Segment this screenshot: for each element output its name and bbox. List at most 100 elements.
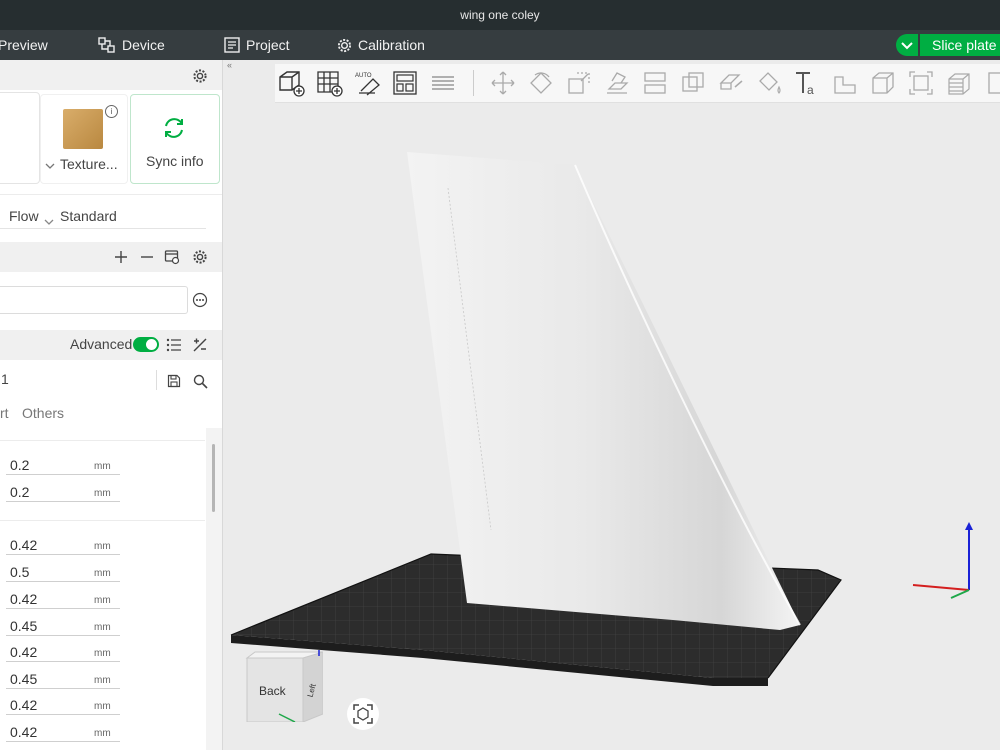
lay-on-face-icon[interactable] xyxy=(601,67,633,99)
device-tab-label: Device xyxy=(122,37,165,53)
arrange-icon[interactable] xyxy=(389,67,421,99)
cube-back-label: Back xyxy=(259,684,286,698)
plate-type-card[interactable]: i Texture... xyxy=(40,94,128,184)
more-options-icon[interactable] xyxy=(191,291,209,309)
chevron-down-icon xyxy=(901,37,913,53)
info-icon[interactable]: i xyxy=(105,105,118,118)
slice-view-icon[interactable] xyxy=(943,67,975,99)
project-tab[interactable]: Project xyxy=(224,30,290,60)
view-iso-icon[interactable] xyxy=(867,67,899,99)
scale-icon[interactable] xyxy=(563,67,595,99)
divider xyxy=(0,440,205,441)
project-icon xyxy=(224,37,240,53)
list-view-icon[interactable] xyxy=(165,336,183,354)
layers-icon[interactable] xyxy=(427,67,459,99)
save-preset-icon[interactable] xyxy=(165,372,183,390)
view-fit-icon[interactable] xyxy=(905,67,937,99)
project-tab-label: Project xyxy=(246,37,290,53)
filament-row: Flow Standard xyxy=(0,206,206,229)
toolbar-divider xyxy=(473,70,474,96)
left-sidebar: i Texture... Sync info Flow Standard Adv… xyxy=(0,60,223,750)
add-plate-icon[interactable] xyxy=(313,67,345,99)
scene-canvas xyxy=(230,152,973,686)
plus-icon[interactable] xyxy=(112,248,130,266)
advanced-toggle[interactable] xyxy=(133,337,159,352)
sync-info-button[interactable]: Sync info xyxy=(130,94,220,184)
scrollbar-track[interactable] xyxy=(206,428,222,750)
divider xyxy=(156,370,157,390)
svg-text:a: a xyxy=(807,83,814,97)
filament-section-header xyxy=(0,242,222,272)
plate-type-label: Texture... xyxy=(60,156,118,172)
camera-reset-icon xyxy=(353,704,373,724)
view-cube[interactable]: Back Left xyxy=(243,644,325,723)
printer-section-header xyxy=(0,60,222,90)
unit-label: mm xyxy=(94,461,111,472)
3d-viewport[interactable]: « AUTO a Back Left xyxy=(223,60,1000,750)
slice-plate-button[interactable]: Slice plate xyxy=(920,34,1000,56)
device-tab[interactable]: Device xyxy=(98,30,165,60)
toggle-knob xyxy=(146,339,157,350)
unit-label: mm xyxy=(94,701,111,712)
chevron-down-icon xyxy=(44,213,54,231)
filament-settings-gear-icon[interactable] xyxy=(191,248,209,266)
rotate-icon[interactable] xyxy=(525,67,557,99)
tab-support-partial[interactable]: rt xyxy=(0,405,9,421)
calibration-icon xyxy=(337,38,352,53)
move-icon[interactable] xyxy=(487,67,519,99)
unit-label: mm xyxy=(94,648,111,659)
unit-label: mm xyxy=(94,622,111,633)
divider xyxy=(0,194,222,195)
calibration-tab[interactable]: Calibration xyxy=(337,30,425,60)
boolean-icon[interactable] xyxy=(677,67,709,99)
add-object-icon[interactable] xyxy=(275,67,307,99)
filament-slot-field[interactable] xyxy=(0,286,188,314)
unit-label: mm xyxy=(94,595,111,606)
ams-sync-icon[interactable] xyxy=(163,248,181,266)
preview-tab-label: Preview xyxy=(0,37,48,53)
calibration-tab-label: Calibration xyxy=(358,37,425,53)
window-title: wing one coley xyxy=(460,8,540,22)
preview-tab[interactable]: Preview xyxy=(0,30,48,60)
minus-icon[interactable] xyxy=(138,248,156,266)
tab-others[interactable]: Others xyxy=(22,405,64,421)
device-icon xyxy=(98,37,116,53)
sync-icon xyxy=(161,115,187,146)
process-section-header: Advanced xyxy=(0,330,222,360)
reset-view-button[interactable] xyxy=(347,698,379,730)
chevron-down-icon xyxy=(45,157,55,175)
advanced-label: Advanced xyxy=(70,336,133,352)
more-icon[interactable] xyxy=(981,67,1000,99)
top-navigation-bar: Preview Device Project Calibration Slice… xyxy=(0,30,1000,60)
process-preset-name[interactable]: 1 xyxy=(1,371,9,387)
textured-plate-swatch xyxy=(63,109,103,149)
flow-dropdown[interactable]: Standard xyxy=(44,206,204,228)
color-paint-icon[interactable] xyxy=(753,67,785,99)
search-icon[interactable] xyxy=(191,372,209,390)
auto-orient-icon[interactable]: AUTO xyxy=(351,67,383,99)
process-preset-row: 1 xyxy=(0,368,212,394)
flow-label: Flow xyxy=(9,208,39,224)
divider xyxy=(0,520,205,521)
cut-icon[interactable] xyxy=(639,67,671,99)
slice-button-group: Slice plate xyxy=(896,34,1000,56)
text-icon[interactable]: a xyxy=(791,67,823,99)
unit-label: mm xyxy=(94,541,111,552)
scrollbar-thumb[interactable] xyxy=(212,444,215,512)
main-toolbar: AUTO a xyxy=(275,64,1000,103)
measure-icon[interactable] xyxy=(829,67,861,99)
compare-presets-icon[interactable] xyxy=(191,336,209,354)
sync-info-label: Sync info xyxy=(146,153,204,169)
unit-label: mm xyxy=(94,488,111,499)
unit-label: mm xyxy=(94,728,111,739)
window-title-bar: wing one coley xyxy=(0,0,1000,30)
support-paint-icon[interactable] xyxy=(715,67,747,99)
flow-value: Standard xyxy=(60,208,117,224)
printer-settings-gear-icon[interactable] xyxy=(191,67,209,85)
unit-label: mm xyxy=(94,675,111,686)
slice-options-dropdown[interactable] xyxy=(896,34,918,56)
svg-text:AUTO: AUTO xyxy=(355,73,372,79)
axis-gizmo xyxy=(912,522,973,599)
unit-label: mm xyxy=(94,568,111,579)
printer-card[interactable] xyxy=(0,92,40,184)
